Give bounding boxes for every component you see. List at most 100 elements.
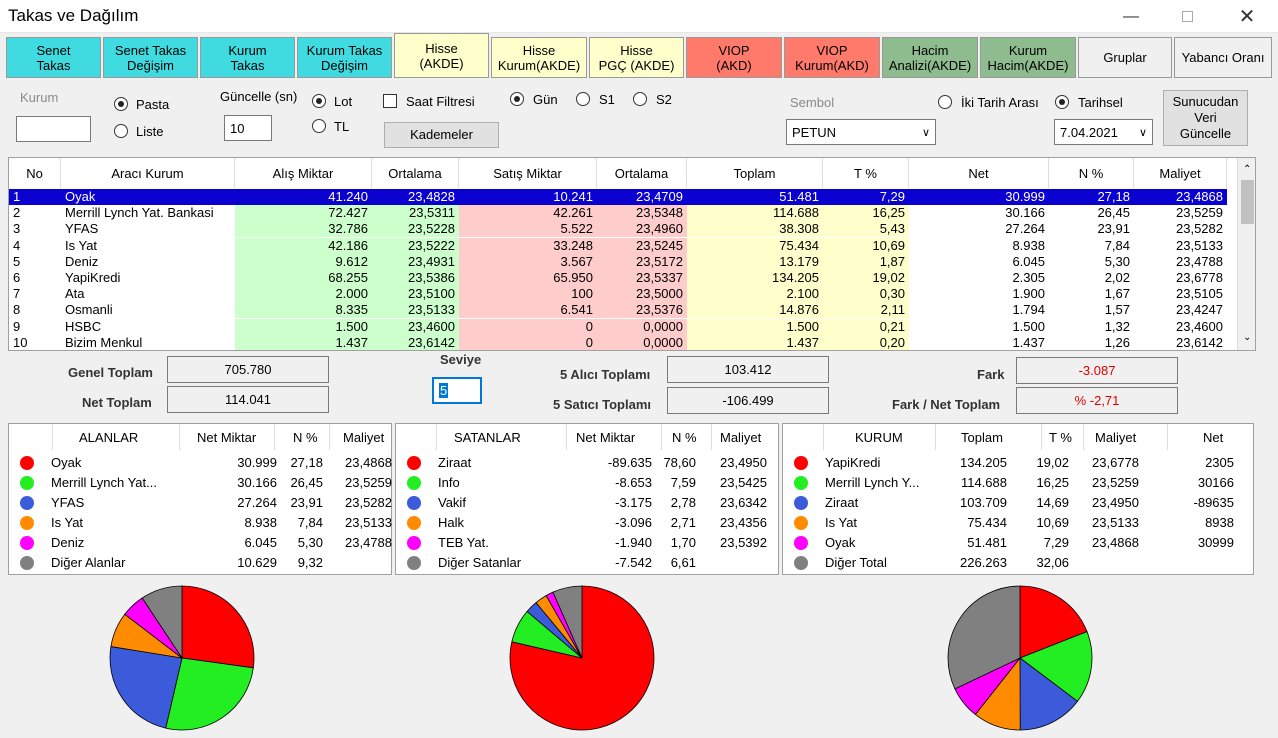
legend-dot-icon bbox=[794, 476, 808, 490]
kurum-input[interactable] bbox=[16, 116, 91, 142]
s2-radio[interactable] bbox=[633, 92, 647, 106]
panel-item-v4: -89635 bbox=[1193, 495, 1234, 510]
table-scrollbar[interactable]: ⌃ ⌄ bbox=[1237, 158, 1255, 350]
alici-toplami-label: 5 Alıcı Toplamı bbox=[560, 367, 651, 382]
table-row[interactable]: 1 Oyak 41.240 23,4828 10.241 23,4709 51.481 7,2… bbox=[9, 189, 1235, 205]
table-cell: 0,0000 bbox=[597, 334, 687, 350]
table-cell: 23,5245 bbox=[597, 237, 687, 254]
tarihsel-radio[interactable] bbox=[1055, 95, 1069, 109]
panel-header[interactable]: Toplam bbox=[961, 430, 1003, 445]
sunucudan-guncelle-button[interactable]: Sunucudan Veri Güncelle bbox=[1163, 90, 1248, 146]
header-5[interactable]: Ortalama bbox=[597, 158, 687, 188]
minimize-icon[interactable]: — bbox=[1108, 0, 1154, 33]
column-divider bbox=[711, 424, 712, 450]
guncelle-input[interactable]: 10 bbox=[224, 115, 272, 141]
saat-filtresi-checkbox[interactable] bbox=[383, 94, 397, 108]
lot-radio[interactable] bbox=[312, 94, 326, 108]
table-row[interactable]: 7 Ata 2.000 23,5100 100 23,5000 2.100 0,30 1.900… bbox=[9, 286, 1235, 303]
panel-item-v2: 14,69 bbox=[1036, 495, 1069, 510]
seviye-input[interactable]: 5 bbox=[432, 377, 482, 404]
header-4[interactable]: Satış Miktar bbox=[459, 158, 597, 188]
scroll-up-icon[interactable]: ⌃ bbox=[1243, 164, 1251, 175]
iki-tarih-radio[interactable] bbox=[938, 95, 952, 109]
gun-radio[interactable] bbox=[510, 92, 524, 106]
table-cell: Osmanli bbox=[65, 302, 113, 318]
panel-item-name: Merrill Lynch Y... bbox=[825, 475, 920, 490]
header-10[interactable]: Maliyet bbox=[1134, 158, 1227, 188]
panel-item-v4: 30999 bbox=[1197, 535, 1234, 550]
table-row[interactable]: 4 Is Yat 42.186 23,5222 33.248 23,5245 75.434 1… bbox=[9, 237, 1235, 254]
scroll-thumb[interactable] bbox=[1241, 180, 1254, 224]
panel-header[interactable]: Net Miktar bbox=[576, 430, 635, 445]
panel-item-v1: 8.938 bbox=[244, 515, 277, 530]
tab-0[interactable]: Senet Takas bbox=[6, 37, 101, 78]
tab-2[interactable]: Kurum Takas bbox=[200, 37, 295, 78]
genel-toplam-value: 705.780 bbox=[167, 356, 329, 383]
panel-header[interactable]: N % bbox=[293, 430, 318, 445]
panel-item-v1: 27.264 bbox=[237, 495, 277, 510]
panel-header[interactable]: ALANLAR bbox=[79, 430, 138, 445]
panel-item-v4: 2305 bbox=[1205, 455, 1234, 470]
liste-radio[interactable] bbox=[114, 124, 128, 138]
tab-11[interactable]: Gruplar bbox=[1078, 37, 1172, 78]
panel-header[interactable]: KURUM bbox=[855, 430, 903, 445]
fark-label: Fark bbox=[977, 367, 1005, 382]
scroll-down-icon[interactable]: ⌄ bbox=[1243, 332, 1251, 343]
column-divider bbox=[329, 424, 330, 450]
table-row[interactable]: 6 YapiKredi 68.255 23,5386 65.950 23,5337 134.… bbox=[9, 270, 1235, 286]
legend-dot-icon bbox=[407, 556, 421, 570]
s1-radio[interactable] bbox=[576, 92, 590, 106]
tab-10[interactable]: Kurum Hacim(AKDE) bbox=[980, 37, 1076, 78]
kademeler-button[interactable]: Kademeler bbox=[384, 122, 499, 148]
table-cell: 5.522 bbox=[459, 221, 597, 238]
tl-radio[interactable] bbox=[312, 119, 326, 133]
tab-8[interactable]: VIOP Kurum(AKD) bbox=[784, 37, 880, 78]
tab-7[interactable]: VIOP (AKD) bbox=[686, 37, 782, 78]
tab-3[interactable]: Kurum Takas Değişim bbox=[297, 37, 392, 78]
tab-1[interactable]: Senet Takas Değişim bbox=[103, 37, 198, 78]
header-7[interactable]: T % bbox=[823, 158, 909, 188]
panel-header[interactable]: Net bbox=[1203, 430, 1223, 445]
date-picker[interactable]: 7.04.2021 ∨ bbox=[1054, 119, 1153, 145]
panel-header[interactable]: Maliyet bbox=[343, 430, 384, 445]
satici-toplami-label: 5 Satıcı Toplamı bbox=[553, 397, 652, 412]
maximize-icon[interactable] bbox=[1164, 0, 1210, 33]
panel-header[interactable]: T % bbox=[1049, 430, 1072, 445]
close-icon[interactable]: ✕ bbox=[1224, 0, 1270, 33]
table-row[interactable]: 5 Deniz 9.612 23,4931 3.567 23,5172 13.179 1,87… bbox=[9, 253, 1235, 270]
table-row[interactable]: 8 Osmanli 8.335 23,5133 6.541 23,5376 14.876 2,… bbox=[9, 302, 1235, 319]
table-cell: 10,69 bbox=[823, 237, 909, 254]
header-0[interactable]: No bbox=[9, 158, 61, 188]
tab-6[interactable]: Hisse PGÇ (AKDE) bbox=[589, 37, 684, 78]
header-3[interactable]: Ortalama bbox=[372, 158, 459, 188]
table-row[interactable]: 3 YFAS 32.786 23,5228 5.522 23,4960 38.308 5,43… bbox=[9, 221, 1235, 238]
panel-header[interactable]: Maliyet bbox=[1095, 430, 1136, 445]
panel-header[interactable]: N % bbox=[672, 430, 697, 445]
header-8[interactable]: Net bbox=[909, 158, 1049, 188]
panel-header[interactable]: Maliyet bbox=[720, 430, 761, 445]
tab-9[interactable]: Hacim Analizi(AKDE) bbox=[882, 37, 978, 78]
liste-label: Liste bbox=[136, 124, 164, 139]
column-divider bbox=[1041, 424, 1042, 450]
panel-item-v1: 10.629 bbox=[237, 555, 277, 570]
tab-12[interactable]: Yabancı Oranı bbox=[1174, 37, 1272, 78]
header-2[interactable]: Alış Miktar bbox=[235, 158, 372, 188]
tab-5[interactable]: Hisse Kurum(AKDE) bbox=[491, 37, 587, 78]
header-6[interactable]: Toplam bbox=[687, 158, 823, 188]
panel-header[interactable]: Net Miktar bbox=[197, 430, 256, 445]
table-cell: 23,4600 bbox=[372, 318, 459, 335]
table-cell: 4 bbox=[13, 237, 21, 253]
panel-header[interactable]: SATANLAR bbox=[454, 430, 521, 445]
header-1[interactable]: Aracı Kurum bbox=[61, 158, 235, 188]
tab-4[interactable]: Hisse (AKDE) bbox=[394, 33, 489, 78]
table-row[interactable]: 10 Bizim Menkul 1.437 23,6142 0 0,0000 1.437 0,… bbox=[9, 334, 1235, 350]
table-row[interactable]: 9 HSBC 1.500 23,4600 0 0,0000 1.500 0,21 1.500 1,… bbox=[9, 318, 1235, 335]
table-cell: 23,4709 bbox=[597, 189, 687, 205]
table-cell: 23,5337 bbox=[597, 270, 687, 286]
panel-item-v3: 23,4868 bbox=[345, 455, 392, 470]
table-row[interactable]: 2 Merrill Lynch Yat. Bankasi 72.427 23,5311… bbox=[9, 205, 1235, 222]
pasta-radio[interactable] bbox=[114, 97, 128, 111]
legend-dot-icon bbox=[20, 556, 34, 570]
header-9[interactable]: N % bbox=[1049, 158, 1134, 188]
sembol-select[interactable]: PETUN ∨ bbox=[786, 119, 936, 145]
